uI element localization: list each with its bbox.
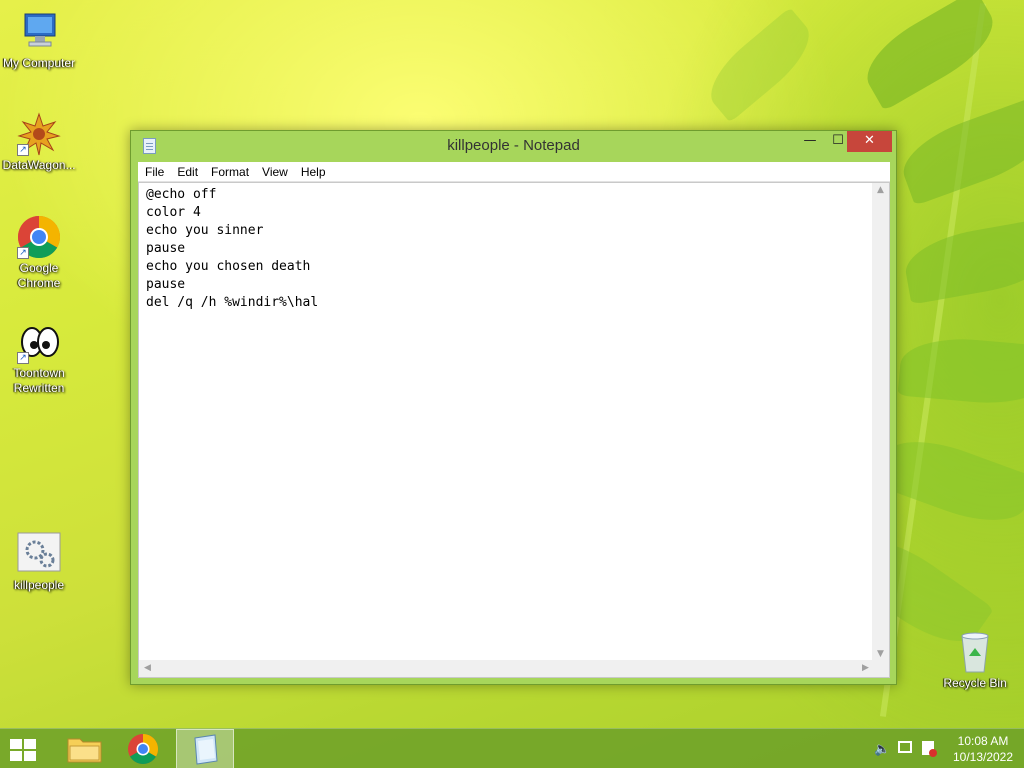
scrollbar-corner: [872, 660, 889, 677]
text-editor[interactable]: @echo off color 4 echo you sinner pause …: [138, 182, 890, 678]
taskbar-chrome[interactable]: [114, 729, 172, 768]
menu-help[interactable]: Help: [294, 162, 332, 179]
shortcut-arrow-icon: ↗: [17, 144, 29, 156]
menu-file[interactable]: File: [138, 162, 170, 179]
desktop-icon-label: Google Chrome: [17, 261, 61, 290]
desktop-icon-recycle-bin[interactable]: Recycle Bin: [936, 630, 1014, 691]
desktop-icon-label: DataWagon...: [2, 158, 76, 172]
batch-file-icon: [17, 532, 61, 576]
notepad-window[interactable]: killpeople - Notepad — ☐ ✕ File Edit Forma…: [130, 130, 897, 685]
title-bar[interactable]: killpeople - Notepad — ☐ ✕: [131, 131, 896, 161]
scroll-left-icon[interactable]: ◀: [139, 663, 156, 673]
toontown-icon: ↗: [17, 320, 61, 364]
file-explorer-icon: [67, 738, 102, 763]
scroll-up-icon[interactable]: ▲: [872, 185, 889, 195]
menu-bar: File Edit Format View Help: [138, 162, 890, 182]
clock-time: 10:08 AM: [957, 734, 1009, 748]
scroll-down-icon[interactable]: ▼: [872, 649, 889, 659]
taskbar-file-explorer[interactable]: [56, 729, 114, 768]
desktop-icon-datawagon[interactable]: ↗ DataWagon...: [0, 112, 78, 173]
desktop-icon-killpeople[interactable]: killpeople: [0, 532, 78, 593]
wallpaper-leaf: [893, 96, 1024, 206]
chrome-icon: [128, 734, 159, 765]
network-icon[interactable]: [898, 741, 912, 753]
recycle-bin-icon: [953, 630, 997, 674]
wallpaper-leaf: [900, 217, 1024, 305]
desktop-icon-label: Toontown Rewritten: [13, 366, 65, 395]
desktop-icon-label: killpeople: [13, 578, 65, 592]
taskbar-clock[interactable]: 10:08 AM 10/13/2022: [948, 733, 1018, 765]
notepad-icon: [194, 734, 218, 765]
desktop-icon-label: My Computer: [2, 56, 76, 70]
clock-date: 10/13/2022: [952, 750, 1014, 764]
wallpaper-leaf: [697, 7, 823, 123]
editor-text[interactable]: @echo off color 4 echo you sinner pause …: [146, 186, 318, 312]
start-button[interactable]: [0, 729, 58, 768]
menu-view[interactable]: View: [255, 162, 294, 179]
desktop-icon-label: Recycle Bin: [943, 676, 1007, 690]
menu-format[interactable]: Format: [204, 162, 255, 179]
horizontal-scrollbar[interactable]: ◀ ▶: [139, 660, 874, 677]
action-center-flag-icon[interactable]: [922, 741, 937, 757]
wallpaper-leaf: [897, 333, 1024, 409]
minimize-button[interactable]: —: [796, 131, 824, 152]
window-title: killpeople - Notepad: [447, 137, 580, 154]
volume-muted-icon[interactable]: 🔈: [874, 742, 890, 757]
desktop-icon-toontown[interactable]: ↗ Toontown Rewritten: [0, 320, 78, 396]
wallpaper-leaf: [854, 0, 1006, 111]
chrome-icon: ↗: [17, 215, 61, 259]
desktop-icon-my-computer[interactable]: My Computer: [0, 10, 78, 71]
close-button[interactable]: ✕: [847, 131, 892, 152]
taskbar-notepad[interactable]: [176, 729, 234, 768]
shortcut-arrow-icon: ↗: [17, 247, 29, 259]
taskbar: 🔈 10:08 AM 10/13/2022: [0, 728, 1024, 768]
computer-icon: [17, 10, 61, 54]
vertical-scrollbar[interactable]: ▲ ▼: [872, 183, 889, 661]
windows-logo-icon: [10, 739, 38, 761]
system-tray: 🔈: [872, 729, 942, 768]
datawagon-icon: ↗: [17, 112, 61, 156]
desktop-icon-google-chrome[interactable]: ↗ Google Chrome: [0, 215, 78, 291]
menu-edit[interactable]: Edit: [170, 162, 204, 179]
shortcut-arrow-icon: ↗: [17, 352, 29, 364]
